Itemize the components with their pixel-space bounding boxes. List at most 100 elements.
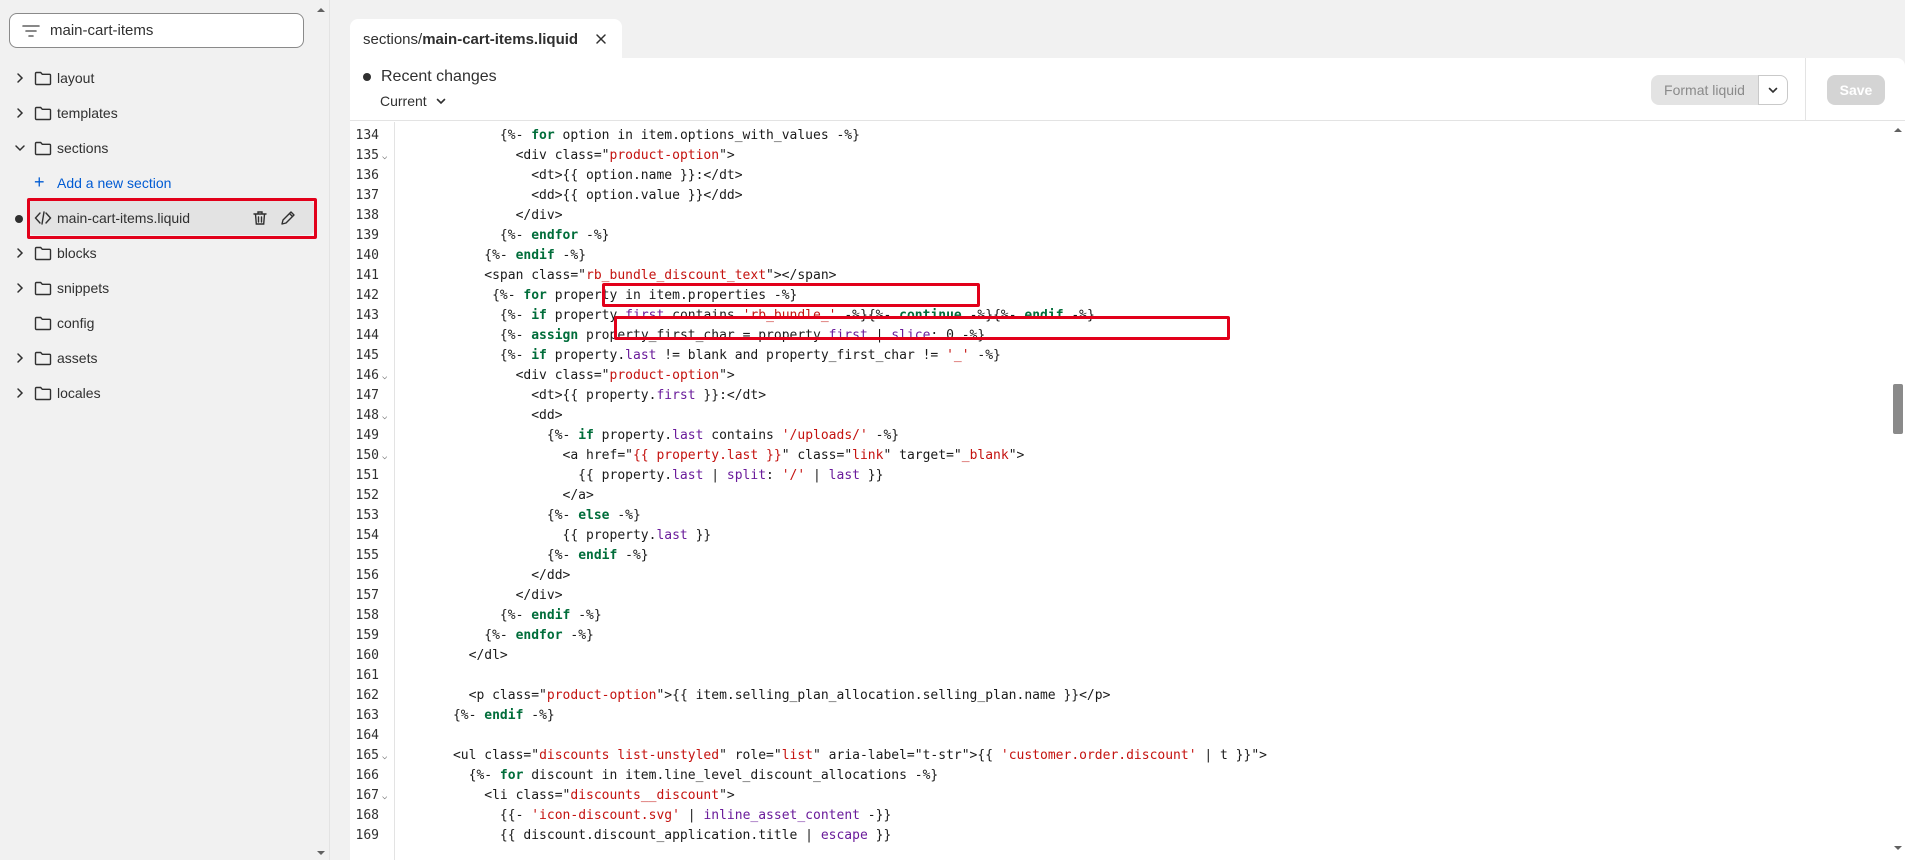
code-line[interactable]: 137 <dd>{{ option.value }}</dd>	[350, 186, 1880, 206]
editor-area: sections/main-cart-items.liquid Recent c…	[350, 0, 1905, 860]
format-liquid-button[interactable]: Format liquid	[1651, 75, 1758, 105]
file-search-input[interactable]	[50, 22, 290, 39]
line-number: 168	[355, 808, 379, 823]
sidebar-scroll-up-icon[interactable]	[316, 5, 326, 15]
code-line[interactable]: 142 {%- for property in item.properties …	[350, 286, 1880, 306]
code-line[interactable]: 139 {%- endfor -%}	[350, 226, 1880, 246]
line-number: 141	[355, 268, 379, 283]
fold-chevron-icon[interactable]: ⌵	[382, 372, 390, 382]
code-line[interactable]: 151 {{ property.last | split: '/' | last…	[350, 466, 1880, 486]
code-line[interactable]: 162 <p class="product-option">{{ item.se…	[350, 686, 1880, 706]
line-number: 154	[355, 528, 379, 543]
code-line[interactable]: 143 {%- if property.first contains 'rb_b…	[350, 306, 1880, 326]
file-search[interactable]	[9, 13, 304, 48]
code-line[interactable]: 149 {%- if property.last contains '/uplo…	[350, 426, 1880, 446]
code-line[interactable]: 138 </div>	[350, 206, 1880, 226]
chevron-right-icon	[17, 388, 24, 398]
save-button[interactable]: Save	[1827, 75, 1885, 105]
line-text: {%- endfor -%}	[406, 628, 594, 643]
code-editor[interactable]: 134 {%- for option in item.options_with_…	[350, 122, 1880, 860]
fold-chevron-icon[interactable]: ⌵	[382, 792, 390, 802]
line-text: <div class="product-option">	[406, 368, 735, 383]
line-text: {{ property.last }}	[406, 528, 712, 543]
folder-icon	[34, 386, 52, 401]
tab-main-cart-items[interactable]: sections/main-cart-items.liquid	[350, 19, 622, 59]
code-line[interactable]: 167 ⌵ <li class="discounts__discount">	[350, 786, 1880, 806]
line-text: {{ discount.discount_application.title |…	[406, 828, 892, 843]
recent-changes-label: Recent changes	[381, 68, 497, 85]
code-line[interactable]: 146 ⌵ <div class="product-option">	[350, 366, 1880, 386]
line-number: 160	[355, 648, 379, 663]
tab-bar: sections/main-cart-items.liquid	[350, 0, 1905, 59]
code-line[interactable]: 159 {%- endfor -%}	[350, 626, 1880, 646]
fold-chevron-icon[interactable]: ⌵	[382, 412, 390, 422]
code-line[interactable]: 163 {%- endif -%}	[350, 706, 1880, 726]
code-line[interactable]: 154 {{ property.last }}	[350, 526, 1880, 546]
code-line[interactable]: 136 <dt>{{ option.name }}:</dt>	[350, 166, 1880, 186]
folder-snippets[interactable]: snippets	[0, 270, 320, 305]
fold-chevron-icon[interactable]: ⌵	[382, 452, 390, 462]
folder-config[interactable]: config	[0, 305, 320, 340]
folder-locales[interactable]: locales	[0, 375, 320, 410]
code-line[interactable]: 169 {{ discount.discount_application.tit…	[350, 826, 1880, 846]
code-line[interactable]: 144 {%- assign property_first_char = pro…	[350, 326, 1880, 346]
folder-label: sections	[57, 140, 109, 156]
line-text: <a href="{{ property.last }}" class="lin…	[406, 448, 1025, 463]
code-line[interactable]: 140 {%- endif -%}	[350, 246, 1880, 266]
sidebar-scroll-down-icon[interactable]	[316, 848, 326, 858]
editor-scrollbar[interactable]	[1892, 122, 1905, 860]
line-text: {%- for option in item.options_with_valu…	[406, 128, 860, 143]
code-line[interactable]: 135 ⌵ <div class="product-option">	[350, 146, 1880, 166]
code-line[interactable]: 145 {%- if property.last != blank and pr…	[350, 346, 1880, 366]
line-number: 137	[355, 188, 379, 203]
line-text: {%- endif -%}	[406, 248, 587, 263]
scroll-up-icon[interactable]	[1894, 126, 1902, 134]
folder-sections[interactable]: sections	[0, 130, 320, 165]
code-line[interactable]: 150 ⌵ <a href="{{ property.last }}" class…	[350, 446, 1880, 466]
line-number: 161	[355, 668, 379, 683]
folder-icon	[34, 316, 52, 331]
code-line[interactable]: 152 </a>	[350, 486, 1880, 506]
code-line[interactable]: 165 ⌵ <ul class="discounts list-unstyled"…	[350, 746, 1880, 766]
code-line[interactable]: 156 </dd>	[350, 566, 1880, 586]
file-main-cart-items[interactable]: main-cart-items.liquid	[28, 200, 314, 235]
folder-label: snippets	[57, 280, 110, 296]
version-label: Current	[380, 93, 427, 109]
scroll-down-icon[interactable]	[1894, 844, 1902, 852]
code-line[interactable]: 157 </div>	[350, 586, 1880, 606]
code-line[interactable]: 155 {%- endif -%}	[350, 546, 1880, 566]
code-line[interactable]: 148 ⌵ <dd>	[350, 406, 1880, 426]
code-line[interactable]: 164	[350, 726, 1880, 746]
line-text: </dl>	[406, 648, 508, 663]
folder-assets[interactable]: assets	[0, 340, 320, 375]
code-line[interactable]: 153 {%- else -%}	[350, 506, 1880, 526]
folder-layout[interactable]: layout	[0, 60, 320, 95]
code-line[interactable]: 160 </dl>	[350, 646, 1880, 666]
code-line[interactable]: 166 {%- for discount in item.line_level_…	[350, 766, 1880, 786]
line-text: {{- 'icon-discount.svg' | inline_asset_c…	[406, 808, 892, 823]
folder-icon	[34, 246, 52, 261]
close-icon[interactable]	[594, 32, 608, 46]
fold-chevron-icon[interactable]: ⌵	[382, 752, 390, 762]
add-new-section-link[interactable]: + Add a new section	[0, 165, 320, 200]
bullet-icon	[363, 73, 371, 81]
code-line[interactable]: 158 {%- endif -%}	[350, 606, 1880, 626]
fold-chevron-icon[interactable]: ⌵	[382, 152, 390, 162]
code-line[interactable]: 168 {{- 'icon-discount.svg' | inline_ass…	[350, 806, 1880, 826]
line-number: 153	[355, 508, 379, 523]
format-dropdown-button[interactable]	[1758, 75, 1788, 105]
code-line[interactable]: 134 {%- for option in item.options_with_…	[350, 126, 1880, 146]
scroll-thumb[interactable]	[1893, 384, 1903, 434]
pencil-icon[interactable]	[279, 209, 297, 227]
line-text: {%- else -%}	[406, 508, 641, 523]
file-tree: layout templates sections + Add a new se…	[0, 60, 320, 410]
folder-blocks[interactable]: blocks	[0, 235, 320, 270]
trash-icon[interactable]	[251, 209, 269, 227]
code-line[interactable]: 147 <dt>{{ property.first }}:</dt>	[350, 386, 1880, 406]
line-text: <div class="product-option">	[406, 148, 735, 163]
line-number: 149	[355, 428, 379, 443]
code-line[interactable]: 161	[350, 666, 1880, 686]
code-line[interactable]: 141 <span class="rb_bundle_discount_text…	[350, 266, 1880, 286]
version-select[interactable]: Current	[380, 93, 447, 109]
folder-templates[interactable]: templates	[0, 95, 320, 130]
